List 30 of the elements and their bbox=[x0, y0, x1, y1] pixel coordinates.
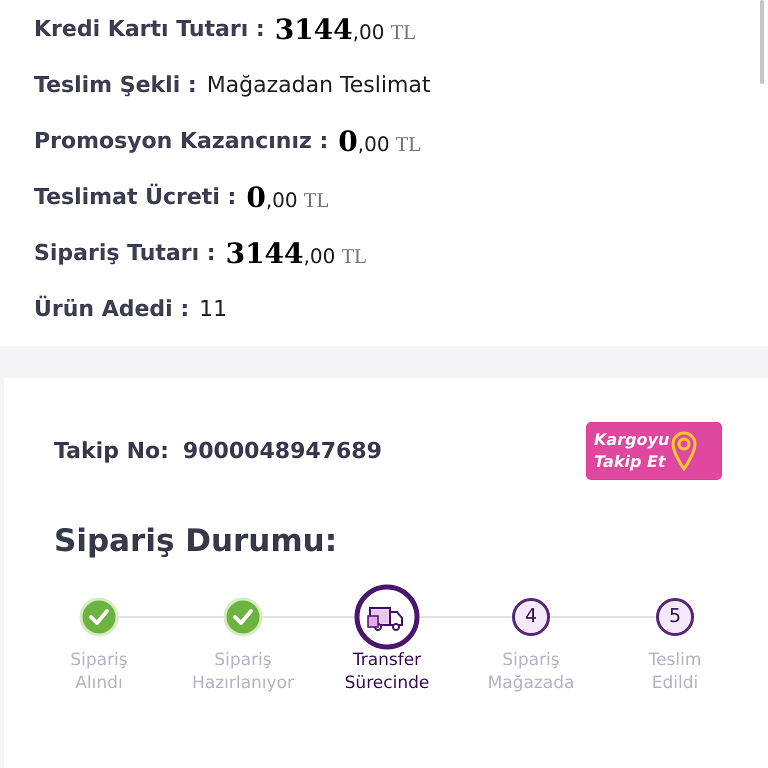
field-value: Mağazadan Teslimat bbox=[206, 75, 430, 97]
amount-integer: 0 bbox=[338, 128, 358, 156]
amount-integer: 3144 bbox=[274, 16, 353, 44]
amount-integer: 3144 bbox=[226, 240, 304, 268]
currency-label: TL bbox=[341, 246, 367, 267]
field-label: Sipariş Tutarı : bbox=[34, 243, 216, 265]
section-title: Sipariş Durumu: bbox=[53, 522, 338, 561]
tracking-label: Takip No: bbox=[54, 438, 169, 466]
currency-label: TL bbox=[304, 190, 330, 211]
track-cargo-button[interactable]: Kargoyu Takip Et bbox=[586, 422, 722, 480]
amount-decimals: ,00 bbox=[304, 246, 336, 266]
tracking-number: 9000048947689 bbox=[182, 438, 382, 466]
step-label: Teslim Edildi bbox=[648, 648, 702, 694]
field-label: Teslim Şekli : bbox=[34, 75, 197, 97]
currency-label: TL bbox=[390, 22, 416, 43]
step-number: 5 bbox=[656, 598, 694, 636]
amount-decimals: ,00 bbox=[358, 134, 390, 154]
location-pin-icon bbox=[671, 431, 698, 471]
step-number: 4 bbox=[512, 598, 550, 636]
step-label: Sipariş Mağazada bbox=[488, 648, 574, 694]
currency-label: TL bbox=[396, 134, 422, 155]
amount-decimals: ,00 bbox=[352, 22, 384, 42]
field-label: Kredi Kartı Tutarı : bbox=[34, 19, 265, 41]
step-label: Sipariş Alındı bbox=[70, 648, 128, 694]
amount-decimals: ,00 bbox=[266, 190, 298, 210]
amount-integer: 0 bbox=[246, 184, 266, 212]
field-value: 11 bbox=[199, 299, 228, 321]
field-label: Promosyon Kazancınız : bbox=[34, 131, 328, 153]
step-label: Transfer Sürecinde bbox=[344, 648, 430, 694]
step-label: Sipariş Hazırlanıyor bbox=[192, 648, 294, 694]
